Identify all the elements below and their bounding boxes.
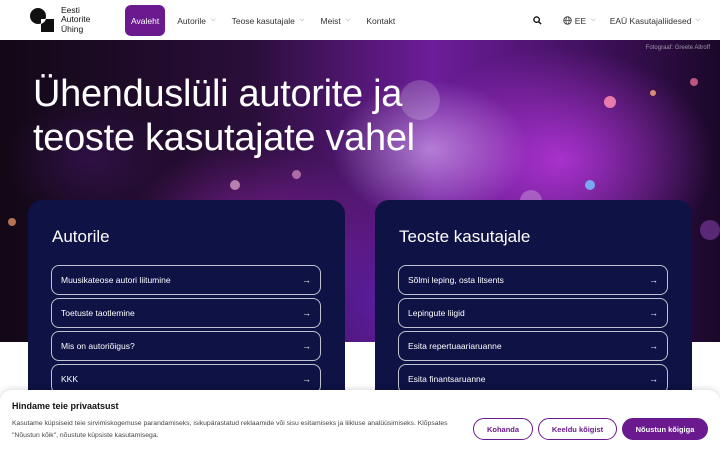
search-button[interactable]	[527, 10, 549, 32]
arrow-right-icon: →	[302, 308, 311, 318]
main-nav: Avaleht Autorile ⌵ Teose kasutajale ⌵ Me…	[125, 5, 403, 36]
nav-item-teose-kasutajale[interactable]: Teose kasutajale ⌵	[224, 5, 313, 36]
language-label: EE	[574, 15, 587, 26]
reject-all-button[interactable]: Keeldu kõigist	[538, 418, 617, 440]
logo-mark-icon	[30, 8, 54, 32]
light-bokeh	[585, 180, 595, 190]
logo-text: Eesti Autorite Ühing	[61, 5, 90, 34]
light-bokeh	[230, 180, 240, 190]
nav-item-label: Meist	[320, 15, 341, 26]
cookie-text: Kasutame küpsiseid teie sirvimiskogemuse…	[12, 420, 448, 439]
card-link[interactable]: Sõlmi leping, osta litsents →	[398, 265, 668, 295]
cookie-title: Hindame teie privaatsust	[12, 401, 119, 411]
arrow-right-icon: →	[649, 275, 658, 285]
search-icon	[533, 16, 542, 25]
hero-title: Ühenduslüli autorite ja teoste kasutajat…	[33, 73, 415, 159]
nav-item-label: Kontakt	[366, 15, 396, 26]
card-title: Teoste kasutajale	[399, 227, 531, 246]
light-bokeh	[650, 90, 656, 96]
cookie-banner: Hindame teie privaatsust Kasutame küpsis…	[0, 390, 720, 450]
nav-item-label: Teose kasutajale	[231, 15, 295, 26]
card-link-label: Lepingute liigid	[408, 308, 465, 318]
card-link-label: Mis on autoriõigus?	[61, 341, 135, 351]
chevron-down-icon: ⌵	[695, 17, 700, 23]
nav-item-label: Avaleht	[131, 15, 160, 26]
light-bokeh	[700, 220, 720, 240]
nav-item-kontakt[interactable]: Kontakt	[358, 5, 403, 36]
card-link-label: Sõlmi leping, osta litsents	[408, 275, 504, 285]
nav-item-meist[interactable]: Meist ⌵	[312, 5, 358, 36]
nav-item-avaleht[interactable]: Avaleht	[125, 5, 166, 36]
card-link-list: Sõlmi leping, osta litsents → Lepingute …	[398, 265, 668, 397]
arrow-right-icon: →	[302, 341, 311, 351]
arrow-right-icon: →	[302, 275, 311, 285]
chevron-down-icon: ⌵	[345, 17, 351, 23]
card-link-label: Esita repertuaariaruanne	[408, 341, 502, 351]
logo-line-3: Ühing	[61, 23, 84, 34]
light-bokeh	[8, 218, 16, 226]
arrow-right-icon: →	[649, 341, 658, 351]
accept-all-button[interactable]: Nõustun kõigiga	[622, 418, 708, 440]
arrow-right-icon: →	[649, 308, 658, 318]
arrow-right-icon: →	[302, 374, 311, 384]
header-right: EE ⌵ EAÜ Kasutajaliidesed ⌵	[527, 5, 706, 36]
user-interfaces-link[interactable]: EAÜ Kasutajaliidesed ⌵	[604, 16, 706, 26]
photo-credit: Fotograaf: Greete Altroff	[645, 45, 710, 51]
card-link-list: Muusikateose autori liitumine → Toetuste…	[51, 265, 321, 397]
customize-button[interactable]: Kohanda	[473, 418, 533, 440]
chevron-down-icon: ⌵	[299, 17, 305, 23]
card-title: Autorile	[52, 227, 110, 246]
nav-item-autorile[interactable]: Autorile ⌵	[169, 5, 223, 36]
globe-icon	[563, 16, 572, 25]
card-link[interactable]: Lepingute liigid →	[398, 298, 668, 328]
card-link-label: KKK	[61, 374, 79, 384]
site-header: Eesti Autorite Ühing Avaleht Autorile ⌵ …	[0, 0, 720, 40]
arrow-right-icon: →	[649, 374, 658, 384]
light-bokeh	[292, 170, 301, 179]
cookie-buttons: Kohanda Keeldu kõigist Nõustun kõigiga	[473, 418, 708, 440]
card-link-label: Esita finantsaruanne	[408, 374, 486, 384]
logo[interactable]: Eesti Autorite Ühing	[29, 5, 99, 34]
light-bokeh	[690, 78, 698, 86]
card-link-label: Toetuste taotlemine	[61, 308, 135, 318]
card-link[interactable]: Muusikateose autori liitumine →	[51, 265, 321, 295]
light-bokeh	[604, 96, 616, 108]
user-interfaces-label: EAÜ Kasutajaliidesed	[609, 15, 692, 26]
card-link-label: Muusikateose autori liitumine	[61, 275, 171, 285]
card-link[interactable]: Esita repertuaariaruanne →	[398, 331, 668, 361]
language-selector[interactable]: EE ⌵	[555, 16, 604, 26]
nav-item-label: Autorile	[177, 15, 207, 26]
card-link[interactable]: Toetuste taotlemine →	[51, 298, 321, 328]
card-link[interactable]: Mis on autoriõigus? →	[51, 331, 321, 361]
chevron-down-icon: ⌵	[591, 17, 596, 23]
chevron-down-icon: ⌵	[211, 17, 216, 23]
